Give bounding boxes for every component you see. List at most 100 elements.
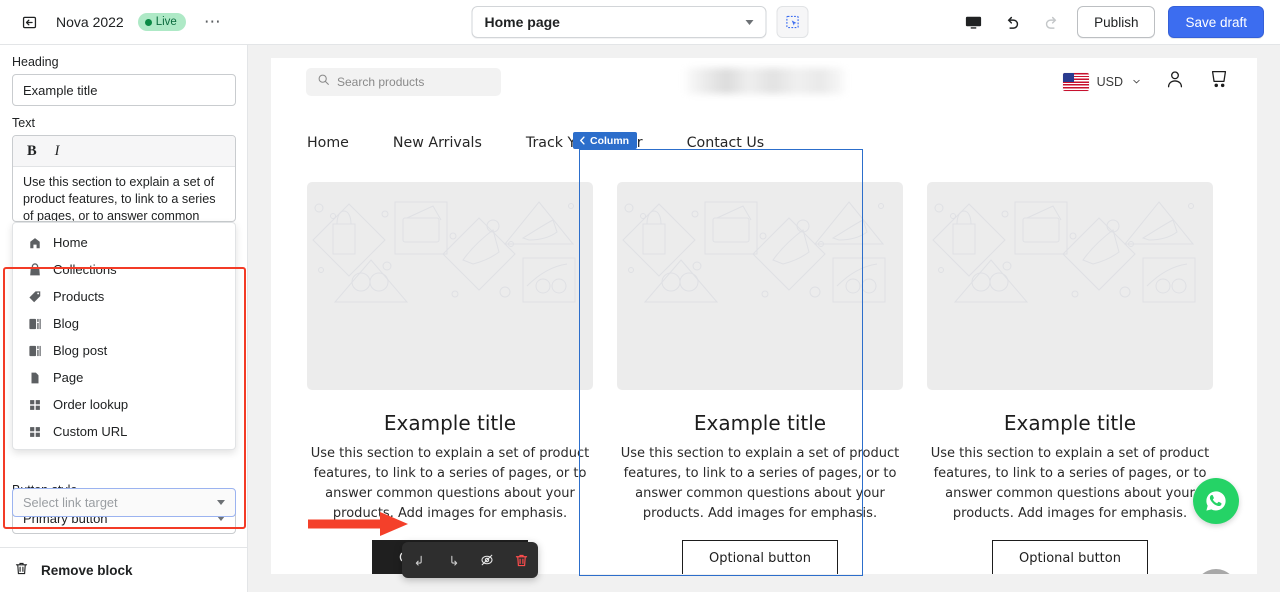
dropdown-option-order-lookup[interactable]: Order lookup (13, 391, 235, 418)
move-up-icon[interactable] (406, 547, 432, 573)
rich-text-area[interactable]: Use this section to explain a set of pro… (13, 167, 235, 221)
dropdown-option-home[interactable]: Home (13, 229, 235, 256)
whatsapp-icon[interactable] (1193, 478, 1239, 524)
undo-icon[interactable] (999, 9, 1025, 35)
toolbar-center-group: Home page (471, 6, 809, 38)
column-block[interactable]: Example title Use this section to explai… (927, 182, 1213, 574)
nav-item-new-arrivals[interactable]: New Arrivals (393, 135, 482, 151)
column-button-wrap: Optional button (927, 540, 1213, 574)
settings-sidebar: Heading Example title Text B I Use this … (0, 45, 248, 592)
selection-cursor-icon[interactable] (776, 6, 809, 38)
redo-icon[interactable] (1038, 9, 1064, 35)
column-button[interactable]: Optional button (992, 540, 1148, 574)
preview-canvas: Search products USD Home New Arrivals Tr… (248, 45, 1280, 592)
storefront-logo (685, 68, 845, 94)
bold-button[interactable]: B (27, 143, 37, 160)
more-options-icon[interactable]: ⋯ (200, 13, 226, 30)
nav-item-home[interactable]: Home (307, 135, 349, 151)
dropdown-option-products[interactable]: Products (13, 283, 235, 310)
status-badge: Live (137, 13, 186, 31)
page-selector[interactable]: Home page (471, 6, 767, 38)
column-body-text: Use this section to explain a set of pro… (310, 446, 590, 521)
back-arrow-icon[interactable] (16, 9, 42, 35)
dropdown-option-page[interactable]: Page (13, 364, 235, 391)
column-block[interactable]: Example title Use this section to explai… (617, 182, 903, 574)
multicolumn-section: Example title Use this section to explai… (271, 160, 1257, 574)
selected-block-badge[interactable]: Column (573, 132, 638, 149)
home-icon (27, 235, 42, 250)
blog-article-icon (27, 316, 42, 331)
rich-text-editor: B I Use this section to explain a set of… (12, 135, 236, 222)
product-tag-icon (27, 289, 42, 304)
dropdown-option-label: Home (53, 235, 88, 250)
heading-input[interactable]: Example title (12, 74, 236, 106)
dropdown-option-label: Order lookup (53, 397, 129, 412)
chevron-down-icon (1133, 79, 1140, 84)
column-title: Example title (383, 411, 517, 435)
blog-post-icon (27, 343, 42, 358)
top-toolbar: Nova 2022 Live ⋯ Home page Publish Save … (0, 0, 1280, 45)
desktop-preview-icon[interactable] (960, 9, 986, 35)
page-selector-value: Home page (484, 14, 560, 30)
trash-icon (14, 561, 29, 579)
column-button-wrap: Optional button (617, 540, 903, 574)
us-flag-icon (1062, 72, 1089, 91)
image-placeholder[interactable] (927, 182, 1213, 390)
chevron-down-icon (745, 19, 754, 25)
storefront-search-input[interactable]: Search products (306, 68, 501, 96)
dropdown-option-label: Blog (53, 316, 80, 331)
image-placeholder[interactable] (307, 182, 593, 390)
storefront-preview: Search products USD Home New Arrivals Tr… (271, 58, 1257, 574)
block-action-toolbar (402, 542, 538, 578)
dropdown-option-label: Page (53, 370, 84, 385)
store-name: Nova 2022 (56, 14, 124, 30)
rich-text-toolbar: B I (13, 136, 235, 167)
publish-button[interactable]: Publish (1077, 6, 1156, 38)
dropdown-option-label: Products (53, 289, 105, 304)
search-icon (317, 73, 330, 91)
dropdown-option-blog[interactable]: Blog (13, 310, 235, 337)
column-title: Example title (1003, 411, 1137, 435)
text-field-label: Text (12, 116, 35, 130)
page-document-icon (27, 370, 42, 385)
image-placeholder[interactable] (617, 182, 903, 390)
theme-editor-app: Nova 2022 Live ⋯ Home page Publish Save … (0, 0, 1280, 592)
currency-selector[interactable]: USD (1062, 72, 1142, 91)
dropdown-option-custom-url[interactable]: Custom URL (13, 418, 235, 445)
grid-icon (27, 424, 42, 439)
dropdown-option-blog-post[interactable]: Blog post (13, 337, 235, 364)
toolbar-left-group: Nova 2022 Live ⋯ (16, 9, 226, 35)
search-placeholder: Search products (337, 75, 425, 89)
remove-block-button[interactable]: Remove block (0, 548, 248, 592)
italic-button[interactable]: I (55, 143, 60, 160)
storefront-header: Search products USD (271, 58, 1257, 126)
link-target-dropdown: Home Collections Products Blog Blog post… (12, 222, 236, 450)
column-button[interactable]: Optional button (682, 540, 838, 574)
selected-block-label: Column (590, 134, 630, 147)
chevron-left-icon (580, 136, 585, 145)
move-down-icon[interactable] (440, 547, 466, 573)
heading-field-label: Heading (12, 55, 59, 69)
currency-label: USD (1096, 74, 1123, 89)
dropdown-option-collections[interactable]: Collections (13, 256, 235, 283)
hide-eye-icon[interactable] (474, 547, 500, 573)
storefront-header-actions: USD (1062, 68, 1230, 95)
account-person-icon[interactable] (1164, 68, 1186, 95)
column-block[interactable]: Example title Use this section to explai… (307, 182, 593, 574)
save-draft-button[interactable]: Save draft (1168, 6, 1264, 38)
live-dot-icon (144, 18, 152, 26)
shopping-cart-icon[interactable] (1208, 68, 1230, 95)
delete-trash-icon[interactable] (508, 547, 534, 573)
dropdown-option-label: Custom URL (53, 424, 128, 439)
toolbar-right-group: Publish Save draft (960, 6, 1264, 38)
grid-icon (27, 397, 42, 412)
dropdown-option-label: Blog post (53, 343, 108, 358)
chevron-down-icon (217, 500, 225, 505)
editor-body: Heading Example title Text B I Use this … (0, 45, 1280, 592)
column-body-text: Use this section to explain a set of pro… (930, 446, 1210, 521)
nav-item-contact-us[interactable]: Contact Us (687, 135, 764, 151)
collections-bag-icon (27, 262, 42, 277)
live-badge-label: Live (155, 16, 177, 28)
column-title: Example title (693, 411, 827, 435)
link-target-select[interactable]: Select link target (12, 488, 236, 517)
